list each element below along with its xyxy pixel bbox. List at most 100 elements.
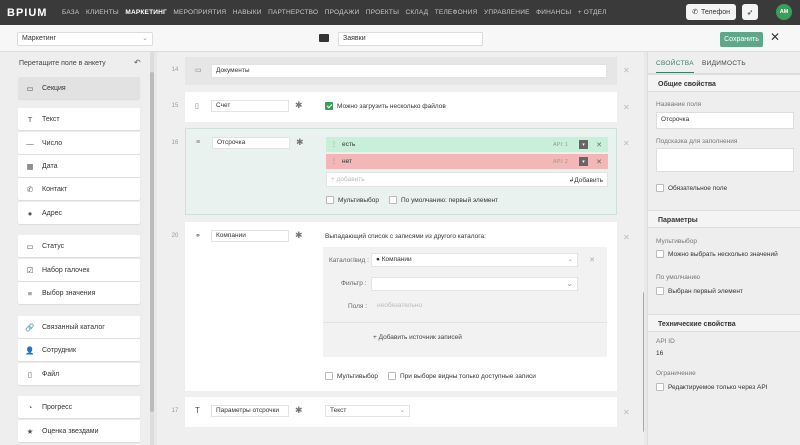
api-only-option[interactable]: Редактируемое только через API xyxy=(656,383,768,391)
palette-scrollbar[interactable] xyxy=(150,52,154,445)
multi-option[interactable]: Можно выбрать несколько значений xyxy=(656,250,778,258)
palette-item-user[interactable]: 👤 Сотрудник xyxy=(18,339,140,361)
rocket-button[interactable]: ➶ xyxy=(742,4,758,20)
palette-item-link[interactable]: 🔗 Связанный каталог xyxy=(18,316,140,338)
add-option-button[interactable]: ↲Добавить xyxy=(569,176,603,184)
required-star-icon[interactable]: ✱ xyxy=(295,230,303,241)
drag-handle-icon[interactable]: ⋮ xyxy=(331,158,337,165)
text-type-select[interactable]: Текст ⌄ xyxy=(325,405,410,417)
add-source-button[interactable]: + Добавить источник записей xyxy=(373,334,462,341)
nav-item[interactable]: ПРОЕКТЫ xyxy=(366,9,399,16)
option-item[interactable]: ⋮ есть API: 1 ▾ ✕ xyxy=(326,137,608,152)
nav-item[interactable]: БАЗА xyxy=(62,9,79,16)
drag-handle-icon[interactable]: ⋮ xyxy=(331,141,337,148)
tab-properties[interactable]: СВОЙСТВА xyxy=(656,60,694,73)
color-dropdown-icon[interactable]: ▾ xyxy=(579,157,588,166)
option-item[interactable]: ⋮ нет API: 2 ▾ ✕ xyxy=(326,154,608,169)
nav-item[interactable]: МАРКЕТИНГ xyxy=(125,9,167,16)
hint-input[interactable] xyxy=(656,148,794,172)
required-option[interactable]: Обязательное поле xyxy=(656,184,727,192)
nav-item[interactable]: НАВЫКИ xyxy=(233,9,262,16)
palette-item-checkboxes[interactable]: ☑ Набор галочек xyxy=(18,259,140,281)
field-label-input[interactable]: Отсрочка xyxy=(212,137,290,149)
palette-item-phone[interactable]: ✆ Контакт xyxy=(18,178,140,200)
palette-item-section[interactable]: ▭ Секция xyxy=(18,77,140,99)
catalog-select[interactable]: ● Компании ⌄ xyxy=(371,253,578,267)
field-label-input[interactable]: Счет xyxy=(211,100,289,112)
pin-icon[interactable]: ↶ xyxy=(134,58,141,67)
nav-item[interactable]: СКЛАД xyxy=(406,9,429,16)
form-scrollbar[interactable] xyxy=(643,292,644,432)
default-option[interactable]: Выбран первый элемент xyxy=(656,287,743,295)
delete-row-icon[interactable]: ✕ xyxy=(623,408,630,417)
required-checkbox[interactable] xyxy=(656,184,664,192)
delete-row-icon[interactable]: ✕ xyxy=(623,233,630,242)
tab-visibility[interactable]: ВИДИМОСТЬ xyxy=(702,60,746,67)
nav-item[interactable]: + ОТДЕЛ xyxy=(578,9,607,16)
nav-item[interactable]: МЕРОПРИЯТИЯ xyxy=(173,9,226,16)
delete-row-icon[interactable]: ✕ xyxy=(623,66,630,75)
remove-option-icon[interactable]: ✕ xyxy=(596,141,602,149)
form-row[interactable]: ▭ Документы xyxy=(185,57,617,85)
catalog-name-input[interactable]: Заявки xyxy=(338,32,483,46)
required-star-icon[interactable]: ✱ xyxy=(296,137,304,148)
app-logo[interactable]: BPIUM xyxy=(7,7,62,19)
nav-item[interactable]: ФИНАНСЫ xyxy=(536,9,571,16)
palette-item-calendar[interactable]: ▦ Дата xyxy=(18,155,140,177)
row-number: 20 xyxy=(171,233,179,239)
delete-row-icon[interactable]: ✕ xyxy=(623,139,630,148)
field-name-input[interactable]: Отсрочка xyxy=(656,112,794,129)
api-only-checkbox[interactable] xyxy=(656,383,664,391)
form-row[interactable]: ⚭ Компании ✱ Выпадающий список с записям… xyxy=(185,222,617,391)
save-button[interactable]: Сохранить xyxy=(720,32,763,47)
fields-input[interactable]: необязательно xyxy=(377,302,422,309)
close-icon[interactable]: ✕ xyxy=(770,30,780,44)
field-label-input[interactable]: Параметры отсрочки xyxy=(211,405,289,417)
only-available-checkbox[interactable] xyxy=(388,372,396,380)
required-star-icon[interactable]: ✱ xyxy=(295,405,303,416)
delete-row-icon[interactable]: ✕ xyxy=(623,103,630,112)
color-dropdown-icon[interactable]: ▾ xyxy=(579,140,588,149)
multi-file-checkbox[interactable] xyxy=(325,102,333,110)
palette-item-pin[interactable]: ● Адрес xyxy=(18,202,140,224)
form-row-selected[interactable]: ≡ Отсрочка ✱ ⋮ есть API: 1 ▾ ✕ ⋮ нет API: 2… xyxy=(185,128,617,215)
nav-item[interactable]: ПРОДАЖИ xyxy=(325,9,360,16)
catalog-icon[interactable] xyxy=(319,34,329,42)
palette-item-star[interactable]: ★ Оценка звездами xyxy=(18,420,140,442)
avatar[interactable]: АМ xyxy=(776,4,792,20)
multiselect-checkbox[interactable] xyxy=(326,196,334,204)
field-label-input[interactable]: Документы xyxy=(211,64,607,78)
section-icon: ▭ xyxy=(195,67,202,74)
filter-select[interactable]: ⌄ xyxy=(371,277,578,291)
add-option-input[interactable]: + добавить xyxy=(331,176,365,183)
remove-option-icon[interactable]: ✕ xyxy=(596,158,602,166)
form-row[interactable]: ▯ Счет ✱ Можно загрузить несколько файло… xyxy=(185,92,617,122)
form-row[interactable]: T Параметры отсрочки ✱ Текст ⌄ xyxy=(185,397,617,427)
phone-label: Телефон xyxy=(700,8,730,16)
palette-item-file[interactable]: ▯ Файл xyxy=(18,363,140,385)
nav-item[interactable]: КЛИЕНТЫ xyxy=(86,9,119,16)
palette-item-status[interactable]: ▭ Статус xyxy=(18,235,140,257)
default-first-checkbox[interactable] xyxy=(389,196,397,204)
chevron-down-icon: ⌄ xyxy=(142,35,148,42)
top-navigation-bar: BPIUM БАЗА КЛИЕНТЫ МАРКЕТИНГ МЕРОПРИЯТИЯ НАВ… xyxy=(0,0,800,25)
phone-button[interactable]: ✆ Телефон xyxy=(686,4,736,20)
pin-icon: ● xyxy=(27,208,33,218)
palette-item-list[interactable]: ≡ Выбор значения xyxy=(18,282,140,304)
multi-checkbox[interactable] xyxy=(656,250,664,258)
palette-item-number[interactable]: — Число xyxy=(18,132,140,154)
default-checkbox[interactable] xyxy=(656,287,664,295)
palette-item-text[interactable]: T Текст xyxy=(18,108,140,130)
nav-item[interactable]: ПАРТНЕРСТВО xyxy=(268,9,318,16)
section-select[interactable]: Маркетинг ⌄ xyxy=(17,32,153,46)
required-star-icon[interactable]: ✱ xyxy=(295,100,303,111)
remove-source-icon[interactable]: ✕ xyxy=(589,256,595,264)
chevron-down-icon: ⌄ xyxy=(399,407,405,414)
field-label-input[interactable]: Компании xyxy=(211,230,289,242)
add-option-label: Добавить xyxy=(574,177,603,184)
multiselect-checkbox[interactable] xyxy=(325,372,333,380)
palette-item-progress[interactable]: ◔ Прогресс xyxy=(18,396,140,418)
palette-item-label: Статус xyxy=(42,242,65,250)
nav-item[interactable]: УПРАВЛЕНИЕ xyxy=(484,9,530,16)
nav-item[interactable]: ТЕЛЕФОНИЯ xyxy=(435,9,478,16)
